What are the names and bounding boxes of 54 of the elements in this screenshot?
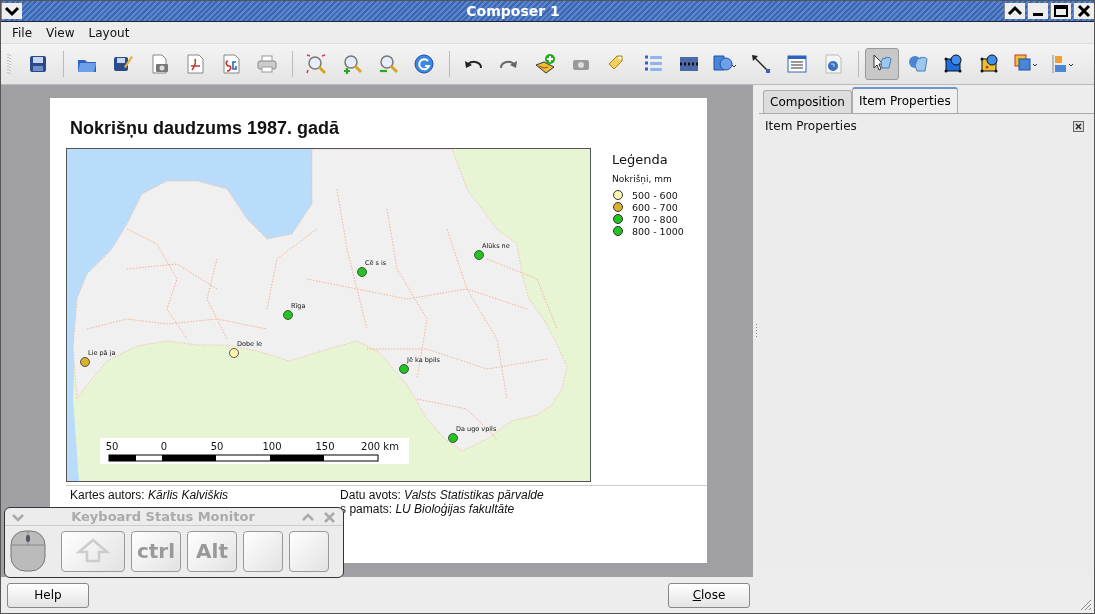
arrow-line-icon [750,53,772,75]
resize-grip-icon[interactable] [1078,597,1092,611]
zoom-out-icon [377,53,399,75]
panel-tab[interactable]: Composition [763,90,852,113]
scale-label: 100 [262,441,282,452]
printer-icon [256,53,278,75]
globe-document-icon [822,53,844,75]
scale-label: 0 [160,441,168,452]
globe-hand-icon [907,53,929,75]
legend-label: 600 - 700 [632,201,678,213]
panel-header: Item Properties [765,119,857,133]
legend-label: 800 - 1000 [632,225,684,237]
window-title: Composer 1 [465,3,561,19]
minimize-icon[interactable] [1027,3,1048,19]
scale-label: 150 [315,441,335,452]
help-button[interactable]: Help [7,582,89,608]
monitor-title: Keyboard Status Monitor [70,509,256,524]
window-menu-icon[interactable] [1,3,22,19]
menu-item[interactable]: Layout [82,23,136,42]
table-icon [786,53,808,75]
legend-label: 700 - 800 [632,213,678,225]
close-icon[interactable] [1073,120,1084,132]
save-icon [27,53,49,75]
mouse-icon [9,529,47,573]
scale-label: 200 km [361,441,399,452]
modifier-key: ctrl [131,530,181,572]
splitter-handle-icon[interactable] [754,324,758,338]
refresh-icon [413,53,435,75]
scale-label: 50 [105,441,119,452]
legend-title: Leģenda [612,152,669,167]
map-title: Nokrišņu daudzums 1987. gadā [70,118,341,139]
modifier-key: Alt [187,530,237,572]
shade-icon[interactable] [1004,3,1025,19]
maximize-icon[interactable] [1050,3,1071,19]
legend-subtitle: Nokrišņi, mm [612,174,673,184]
map-author-text: Kartes autors: Kārlis Kalviškis [70,488,229,502]
svg-icon [220,53,242,75]
add-map-icon [534,53,556,75]
select-shape-icon [943,53,965,75]
pdf-icon [184,53,206,75]
toolbar-grip-icon [7,52,11,76]
align-icon [1050,53,1074,75]
scale-label: 50 [210,441,224,452]
close-icon[interactable] [1073,3,1094,19]
shift-arrow-icon [75,538,111,564]
legend-label: 500 - 600 [632,189,678,201]
move-content-icon [979,53,1001,75]
zoom-full-icon [305,53,327,75]
menu-item[interactable]: View [40,23,81,42]
credit-text: Datu avots: Valsts Statistikas pārvalde [340,488,544,502]
menu-item[interactable]: File [6,23,39,42]
zoom-in-icon [341,53,363,75]
close-button[interactable]: Close [668,582,750,608]
panel-tab[interactable]: Item Properties [851,87,958,113]
